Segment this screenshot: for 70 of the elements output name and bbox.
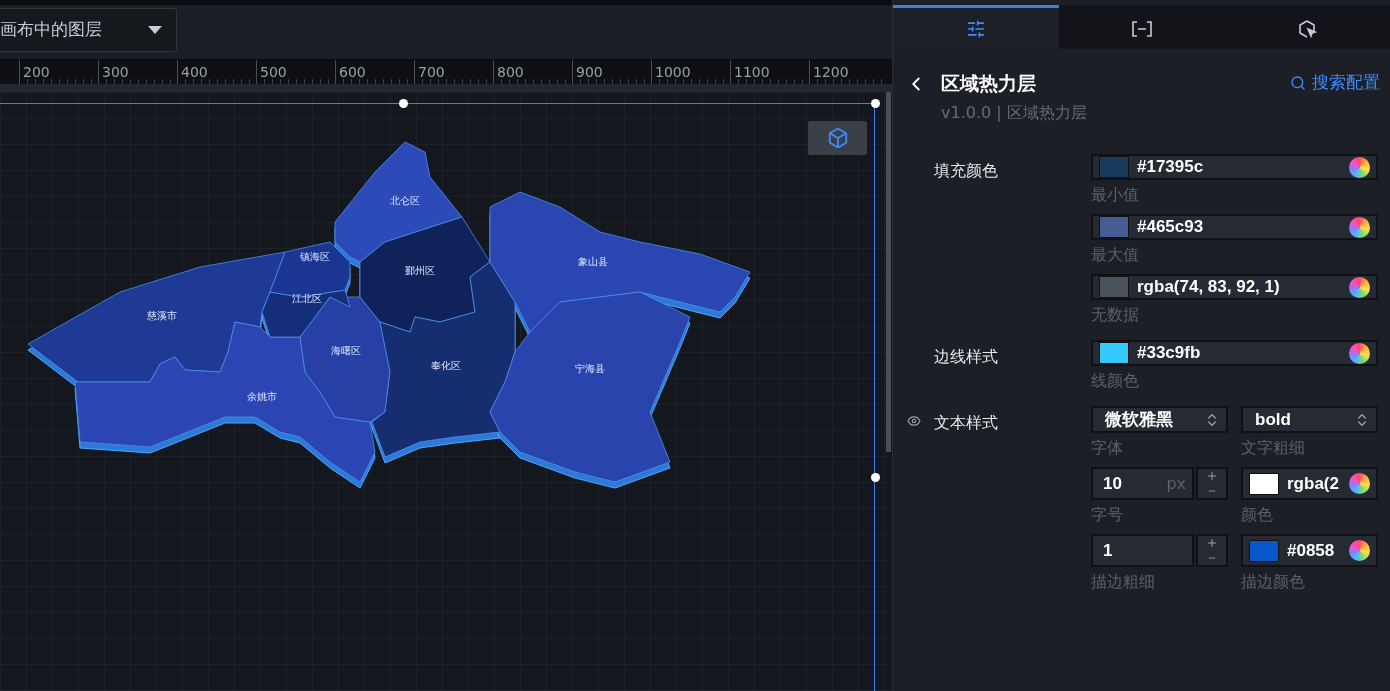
region-label: 余姚市 bbox=[247, 391, 277, 402]
color-wheel-icon[interactable] bbox=[1349, 216, 1370, 238]
field-caption: 字号 bbox=[1091, 504, 1124, 526]
color-field[interactable]: #465c93 bbox=[1091, 214, 1378, 240]
color-field[interactable]: #17395c bbox=[1091, 154, 1378, 180]
color-wheel-icon[interactable] bbox=[1349, 276, 1370, 298]
region-label: 鄞州区 bbox=[405, 265, 435, 276]
color-wheel-icon[interactable] bbox=[1349, 540, 1370, 561]
color-field[interactable]: #33c9fb bbox=[1091, 340, 1378, 366]
field-caption: 最大值 bbox=[1091, 244, 1140, 266]
region-label: 宁海县 bbox=[575, 363, 605, 374]
select-field[interactable]: 微软雅黑 bbox=[1091, 406, 1228, 433]
eye-icon[interactable] bbox=[907, 414, 921, 428]
field-caption: 无数据 bbox=[1091, 304, 1140, 326]
cube-icon bbox=[826, 127, 849, 149]
color-wheel-icon[interactable] bbox=[1349, 342, 1370, 364]
resize-handle[interactable] bbox=[399, 99, 408, 108]
map-region[interactable] bbox=[359, 216, 491, 333]
3d-view-button[interactable] bbox=[808, 121, 867, 155]
search-config-link[interactable]: 搜索配置 bbox=[1290, 71, 1380, 94]
map-region[interactable] bbox=[74, 321, 376, 483]
color-wheel-icon[interactable] bbox=[1349, 473, 1370, 494]
color-field[interactable]: #0858 bbox=[1241, 534, 1378, 567]
section-label: 文本样式 bbox=[934, 412, 999, 434]
panel-tab[interactable] bbox=[893, 5, 1059, 49]
map-region[interactable] bbox=[27, 251, 286, 383]
region-label: 象山县 bbox=[578, 256, 608, 267]
layer-search-dropdown[interactable]: 画布中的图层 bbox=[0, 7, 177, 52]
plus-icon bbox=[1206, 470, 1218, 483]
select-field[interactable]: bold bbox=[1241, 406, 1378, 433]
color-swatch[interactable] bbox=[1249, 539, 1279, 562]
field-caption: 描边颜色 bbox=[1241, 571, 1306, 593]
panel-title: 区域热力层 bbox=[941, 71, 1037, 96]
section-label: 填充颜色 bbox=[934, 160, 999, 182]
field-caption: 字体 bbox=[1091, 437, 1124, 459]
sliders-icon bbox=[965, 18, 986, 39]
resize-handle[interactable] bbox=[871, 473, 880, 482]
resize-handle[interactable] bbox=[871, 99, 880, 108]
field-caption: 描边粗细 bbox=[1091, 571, 1156, 593]
color-swatch[interactable] bbox=[1099, 276, 1129, 298]
region-label: 慈溪市 bbox=[147, 310, 177, 321]
map-region[interactable] bbox=[489, 191, 751, 333]
panel-subtitle: v1.0.0 | 区域热力层 bbox=[941, 103, 1088, 124]
map-region[interactable] bbox=[489, 291, 691, 483]
color-swatch[interactable] bbox=[1099, 216, 1129, 238]
color-swatch[interactable] bbox=[1249, 472, 1279, 495]
region-label: 海曙区 bbox=[331, 345, 361, 356]
map-region[interactable] bbox=[261, 289, 351, 338]
bracket-icon bbox=[1130, 19, 1153, 38]
region-label: 江北区 bbox=[292, 293, 322, 304]
number-field[interactable]: 1 bbox=[1091, 534, 1194, 567]
region-label: 镇海区 bbox=[300, 251, 330, 262]
color-swatch[interactable] bbox=[1099, 342, 1129, 364]
field-caption: 颜色 bbox=[1241, 504, 1274, 526]
color-swatch[interactable] bbox=[1099, 156, 1129, 178]
plus-icon bbox=[1206, 537, 1218, 550]
color-field[interactable]: rgba(2 bbox=[1241, 467, 1378, 500]
section-label: 边线样式 bbox=[934, 346, 999, 368]
field-caption: 文字粗细 bbox=[1241, 437, 1306, 459]
region-label: 北仑区 bbox=[390, 195, 420, 206]
field-caption: 线颜色 bbox=[1091, 370, 1140, 392]
caret-icon bbox=[148, 25, 162, 34]
color-wheel-icon[interactable] bbox=[1349, 156, 1370, 178]
region-label: 奉化区 bbox=[431, 360, 461, 371]
field-caption: 最小值 bbox=[1091, 184, 1140, 206]
map-region[interactable] bbox=[334, 141, 463, 263]
search-icon bbox=[1290, 74, 1306, 91]
hexagon-cursor-icon bbox=[1297, 18, 1318, 39]
color-field[interactable]: rgba(74, 83, 92, 1) bbox=[1091, 274, 1378, 300]
map-region[interactable] bbox=[371, 261, 516, 458]
